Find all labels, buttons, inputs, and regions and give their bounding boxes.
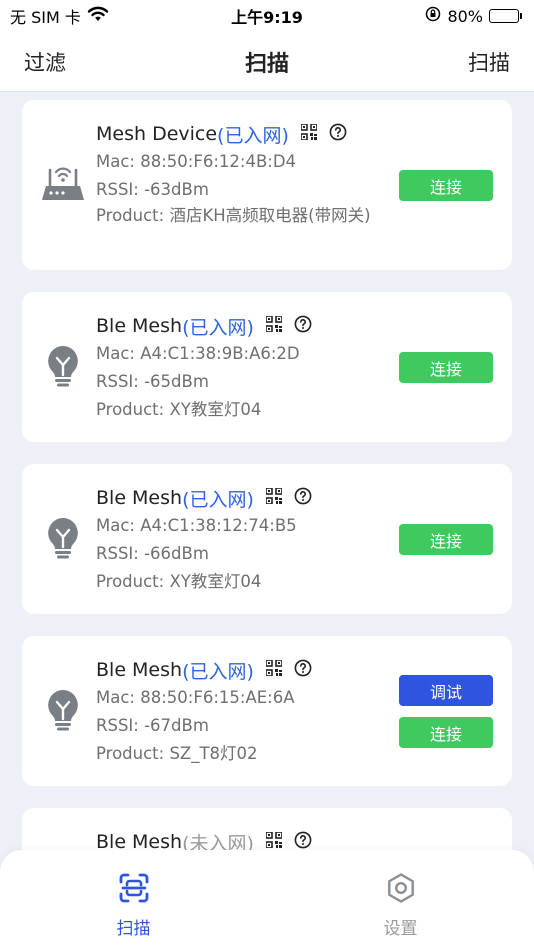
- help-icon[interactable]: [294, 487, 312, 510]
- mac-label: Mac:: [96, 688, 141, 707]
- device-title: Ble Mesh (已入网): [96, 656, 386, 684]
- device-status: (已入网): [182, 316, 254, 339]
- product-line: Product: XY教室灯04: [96, 396, 386, 424]
- mac-line: Mac: 88:50:F6:12:4B:D4: [96, 148, 386, 176]
- device-card[interactable]: Ble Mesh (已入网) Mac: A4:C1:38:12:74:B5 RSS…: [22, 464, 512, 614]
- rssi-value: -65dBm: [144, 372, 209, 391]
- help-icon[interactable]: [329, 123, 347, 146]
- card-body: Ble Mesh (已入网) Mac: A4:C1:38:12:74:B5 RSS…: [96, 484, 386, 596]
- mac-line: Mac: A4:C1:38:12:74:B5: [96, 512, 386, 540]
- mac-value: A4:C1:38:9B:A6:2D: [140, 344, 300, 363]
- bulb-icon: [46, 516, 80, 564]
- mac-label: Mac:: [96, 344, 141, 363]
- help-icon[interactable]: [294, 315, 312, 338]
- tab-scan[interactable]: 扫描: [0, 850, 267, 950]
- connect-button[interactable]: 连接: [399, 524, 493, 555]
- product-value: XY教室灯04: [169, 400, 262, 419]
- card-body: Ble Mesh (已入网) Mac: 88:50:F6:15:AE:6A RSS…: [96, 656, 386, 768]
- mac-value: 88:50:F6:12:4B:D4: [140, 152, 297, 171]
- scan-button[interactable]: 扫描: [468, 47, 510, 77]
- product-label: Product:: [96, 400, 170, 419]
- device-status: (已入网): [217, 124, 289, 147]
- rssi-value: -67dBm: [144, 716, 209, 735]
- qr-code-icon[interactable]: [265, 315, 283, 337]
- rssi-line: RSSI: -65dBm: [96, 368, 386, 396]
- bulb-icon: [46, 344, 80, 392]
- carrier-label: 无 SIM 卡: [10, 8, 81, 27]
- device-title: Ble Mesh (已入网): [96, 484, 386, 512]
- rssi-label: RSSI:: [96, 372, 145, 391]
- connect-button[interactable]: 连接: [399, 352, 493, 383]
- product-value: SZ_T8灯02: [169, 744, 258, 763]
- scan-icon: [118, 872, 150, 908]
- device-card[interactable]: Mesh Device (已入网) Mac: 88:50:F6:12:4B:D4 …: [22, 100, 512, 270]
- rssi-value: -66dBm: [144, 544, 209, 563]
- product-label: Product:: [96, 744, 170, 763]
- bulb-icon: [46, 688, 80, 736]
- device-status: (已入网): [182, 488, 254, 511]
- product-line: Product: SZ_T8灯02: [96, 740, 386, 768]
- rssi-line: RSSI: -66dBm: [96, 540, 386, 568]
- gear-icon: [385, 872, 417, 908]
- battery-percent: 80%: [447, 6, 483, 26]
- mac-value: A4:C1:38:12:74:B5: [140, 516, 297, 535]
- card-body: Ble Mesh (已入网) Mac: A4:C1:38:9B:A6:2D RSS…: [96, 312, 386, 424]
- product-line: Product: 酒店KH高频取电器(带网关): [96, 204, 386, 228]
- tab-settings-label: 设置: [383, 919, 418, 939]
- device-status: (已入网): [182, 660, 254, 683]
- rssi-line: RSSI: -63dBm: [96, 176, 386, 204]
- product-label: Product:: [96, 206, 170, 225]
- tab-scan-label: 扫描: [116, 919, 151, 939]
- device-card[interactable]: Ble Mesh (已入网) Mac: A4:C1:38:9B:A6:2D RSS…: [22, 292, 512, 442]
- mac-label: Mac:: [96, 152, 141, 171]
- connect-button[interactable]: 连接: [399, 717, 493, 748]
- status-bar: 无 SIM 卡 上午9:19 80%: [0, 0, 534, 32]
- device-name: Ble Mesh: [96, 487, 183, 509]
- mac-value: 88:50:F6:15:AE:6A: [140, 688, 295, 707]
- product-value: 酒店KH高频取电器(带网关): [169, 206, 371, 225]
- debug-button[interactable]: 调试: [399, 675, 493, 706]
- device-title: Mesh Device (已入网): [96, 120, 386, 148]
- wifi-icon: [87, 6, 109, 26]
- product-line: Product: XY教室灯04: [96, 568, 386, 596]
- help-icon[interactable]: [294, 659, 312, 682]
- battery-icon: [489, 9, 522, 23]
- status-right: 80%: [425, 6, 522, 26]
- rssi-value: -63dBm: [144, 180, 209, 199]
- page-title: 扫描: [244, 51, 289, 77]
- product-value: XY教室灯04: [169, 572, 262, 591]
- device-card[interactable]: Ble Mesh (已入网) Mac: 88:50:F6:15:AE:6A RSS…: [22, 636, 512, 786]
- device-title: Ble Mesh (已入网): [96, 312, 386, 340]
- router-icon: [40, 162, 86, 208]
- nav-bar: 过滤 扫描 扫描: [0, 32, 534, 92]
- rssi-line: RSSI: -67dBm: [96, 712, 386, 740]
- device-name: Mesh Device: [96, 123, 218, 145]
- device-name: Ble Mesh: [96, 315, 183, 337]
- product-label: Product:: [96, 572, 170, 591]
- qr-code-icon[interactable]: [300, 123, 318, 145]
- mac-line: Mac: A4:C1:38:9B:A6:2D: [96, 340, 386, 368]
- qr-code-icon[interactable]: [265, 659, 283, 681]
- tab-settings[interactable]: 设置: [267, 850, 534, 950]
- card-body: Mesh Device (已入网) Mac: 88:50:F6:12:4B:D4 …: [96, 120, 386, 228]
- qr-code-icon[interactable]: [265, 487, 283, 509]
- rssi-label: RSSI:: [96, 544, 145, 563]
- device-list: Mesh Device (已入网) Mac: 88:50:F6:12:4B:D4 …: [22, 100, 512, 950]
- connect-button[interactable]: 连接: [399, 170, 493, 201]
- rssi-label: RSSI:: [96, 180, 145, 199]
- orientation-lock-icon: [425, 6, 441, 26]
- mac-label: Mac:: [96, 516, 141, 535]
- device-name: Ble Mesh: [96, 659, 183, 681]
- mac-line: Mac: 88:50:F6:15:AE:6A: [96, 684, 386, 712]
- filter-button[interactable]: 过滤: [24, 47, 66, 77]
- status-left: 无 SIM 卡: [10, 4, 109, 28]
- rssi-label: RSSI:: [96, 716, 145, 735]
- tab-bar: 扫描 设置: [0, 850, 534, 950]
